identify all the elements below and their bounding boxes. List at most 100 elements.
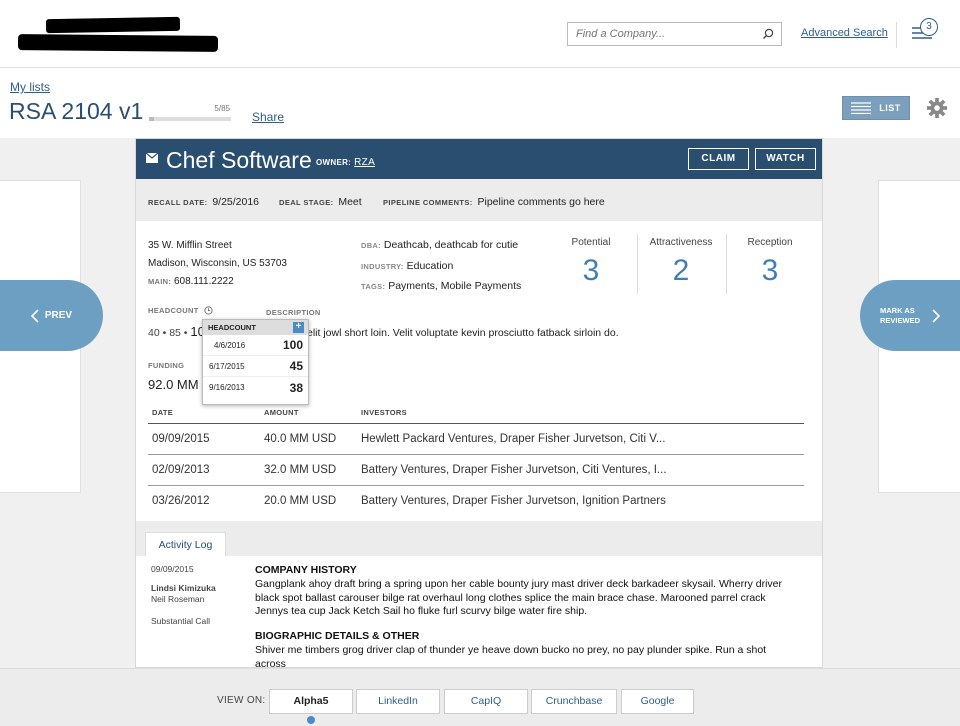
tags: TAGS: Payments, Mobile Payments [361, 280, 521, 292]
score-value: 3 [761, 254, 779, 287]
headcount-value: 100 [282, 338, 303, 352]
log-text-line: Shiver me timbers grog driver clap of th… [255, 644, 767, 668]
list-icon [851, 102, 872, 114]
log-section-text: Gangplank ahoy draft bring a spring upon… [255, 578, 795, 619]
tab-activity-log[interactable]: Activity Log [145, 532, 226, 556]
industry: INDUSTRY: Education [361, 260, 453, 272]
table-header: DATE AMOUNT INVESTORS [148, 404, 804, 424]
view-on-label: VIEW ON: [217, 695, 266, 706]
mark-as-reviewed-label: MARK AS REVIEWED [880, 306, 920, 326]
recall-date-label: RECALL DATE: [148, 198, 208, 207]
view-on-capiq-button[interactable]: CapIQ [444, 689, 528, 714]
tags-label: TAGS: [361, 282, 386, 291]
list-button-label: LIST [879, 103, 901, 113]
log-section-title: BIOGRAPHIC DETAILS & OTHER [255, 630, 420, 642]
headcount-value: 45 [289, 359, 303, 373]
industry-label: INDUSTRY: [361, 262, 404, 271]
description-label: DESCRIPTION [266, 308, 321, 317]
watch-button[interactable]: WATCH [755, 148, 816, 170]
log-type: Substantial Call [151, 616, 211, 626]
score-reception: Reception 3 [726, 237, 814, 288]
list-title: RSA 2104 v1 [9, 98, 144, 124]
headcount-date: 4/6/2016 [214, 340, 246, 350]
owner: OWNER: RZA [316, 157, 375, 168]
score-value: 3 [582, 254, 600, 287]
headcount-popup-title: HEADCOUNT [208, 323, 256, 332]
clock-icon[interactable] [204, 306, 213, 315]
redacted-logo [45, 16, 181, 34]
table-cell-amount: 20.0 MM USD [264, 495, 337, 507]
chevron-left-icon [30, 308, 39, 323]
pipeline-comments-label: PIPELINE COMMENTS: [383, 198, 473, 207]
table-row[interactable]: 09/09/2015 40.0 MM USD Hewlett Packard V… [148, 424, 804, 455]
view-on-bar: VIEW ON: Alpha5 LinkedIn CapIQ Crunchbas… [0, 668, 960, 726]
headcount-label[interactable]: HEADCOUNT [148, 306, 213, 315]
main-phone-label: MAIN: [148, 277, 172, 286]
score-value: 2 [672, 254, 690, 287]
next-label-line1: MARK AS [879, 305, 915, 315]
gear-icon[interactable] [926, 97, 948, 119]
mail-icon[interactable] [146, 153, 158, 163]
plus-icon[interactable]: + [293, 322, 304, 333]
dba: DBA: Deathcab, deathcab for cutie [361, 239, 518, 251]
funding-table: DATE AMOUNT INVESTORS 09/09/2015 40.0 MM… [148, 404, 804, 517]
headcount-row: 4/6/2016 100 [203, 335, 308, 356]
table-row[interactable]: 02/09/2013 32.0 MM USD Battery Ventures,… [148, 455, 804, 486]
table-cell-date: 02/09/2013 [152, 464, 210, 476]
score-label: Reception [747, 237, 793, 248]
company-name: Chef Software [166, 147, 312, 173]
headcount-row: 6/17/2015 45 [203, 356, 308, 377]
view-on-crunchbase-button[interactable]: Crunchbase [531, 689, 617, 714]
headcount-history: 40 • 85 • [148, 327, 188, 339]
search-input[interactable] [568, 23, 748, 45]
log-section-title: COMPANY HISTORY [255, 564, 357, 576]
headcount-date: 9/16/2013 [209, 383, 245, 392]
headcount-value: 38 [289, 380, 303, 395]
advanced-search-link[interactable]: Advanced Search [801, 27, 888, 39]
claim-button[interactable]: CLAIM [688, 148, 749, 170]
main-phone-value: 608.111.2222 [173, 276, 234, 287]
deal-stage-value: Meet [338, 196, 362, 208]
table-cell-investors: Battery Ventures, Draper Fisher Jurvetso… [361, 495, 666, 507]
deal-meta-bar: RECALL DATE: 9/25/2016 DEAL STAGE: Meet … [136, 179, 822, 221]
mark-as-reviewed-button[interactable]: MARK AS REVIEWED [860, 280, 960, 351]
recall-date: RECALL DATE: 9/25/2016 [148, 196, 259, 208]
table-cell-amount: 40.0 MM USD [264, 433, 337, 445]
log-date: 09/09/2015 [151, 564, 194, 574]
address-line1: 35 W. Mifflin Street [148, 240, 232, 251]
notification-badge[interactable]: 3 [920, 18, 938, 36]
view-on-alpha5-button[interactable]: Alpha5 [269, 689, 353, 714]
address-line2: Madison, Wisconsin, US 53703 [148, 258, 287, 269]
log-section-text: Shiver me timbers grog driver clap of th… [255, 644, 795, 668]
table-cell-date: 09/09/2015 [152, 433, 210, 445]
search-icon[interactable] [761, 27, 775, 41]
score-potential: Potential 3 [547, 237, 635, 288]
headcount-label-text: HEADCOUNT [148, 306, 199, 315]
deal-stage-label: DEAL STAGE: [279, 198, 334, 207]
my-lists-link[interactable]: My lists [10, 80, 50, 94]
funding-label: FUNDING [148, 361, 185, 370]
prev-button[interactable]: PREV [0, 280, 103, 351]
table-cell-date: 03/26/2012 [152, 495, 210, 507]
view-on-google-button[interactable]: Google [621, 689, 694, 714]
headcount-popup: HEADCOUNT + 4/6/2016 100 6/17/2015 45 9/… [202, 319, 309, 405]
table-row[interactable]: 03/26/2012 20.0 MM USD Battery Ventures,… [148, 486, 804, 517]
top-bar: Advanced Search 3 [0, 0, 960, 68]
dba-label: DBA: [361, 241, 381, 250]
dba-value: Deathcab, deathcab for cutie [383, 239, 519, 251]
recall-date-value: 9/25/2016 [212, 196, 260, 208]
list-view-button[interactable]: LIST [842, 96, 910, 120]
list-progress-fill [149, 117, 154, 121]
view-on-linkedin-button[interactable]: LinkedIn [356, 689, 440, 714]
funding-value: 92.0 MM [148, 377, 199, 392]
table-cell-amount: 32.0 MM USD [264, 464, 337, 476]
share-link[interactable]: Share [252, 110, 284, 124]
divider [896, 22, 897, 48]
industry-value: Education [406, 260, 454, 272]
next-label-line2: REVIEWED [879, 315, 920, 325]
log-text-line: black spot ballast carouser bilge rat ov… [255, 591, 766, 604]
owner-link[interactable]: RZA [354, 157, 375, 168]
redacted-logo-text [17, 34, 219, 52]
column-header-investors: INVESTORS [361, 408, 407, 417]
company-search[interactable] [567, 22, 782, 46]
